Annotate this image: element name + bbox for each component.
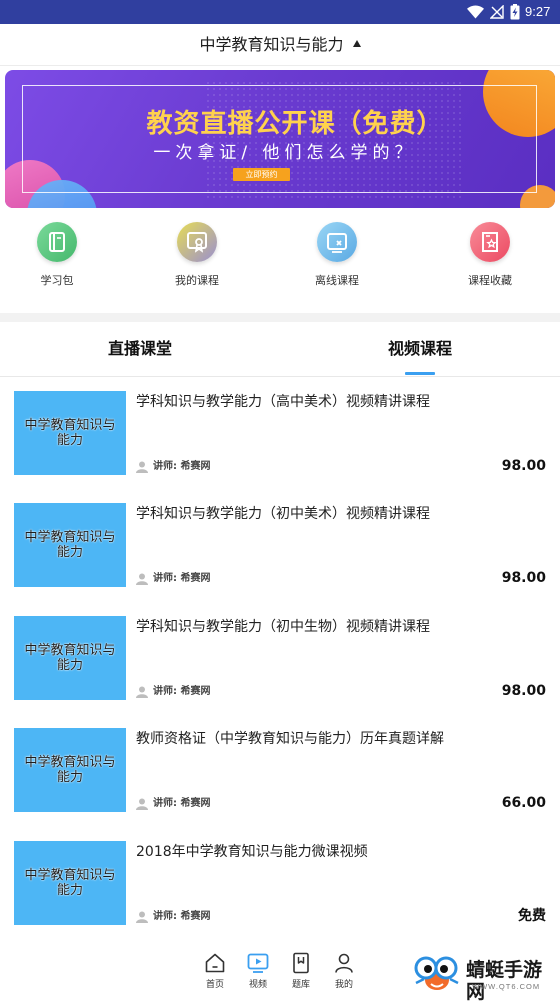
course-thumbnail[interactable]: 中学教育知识与能力 [14,841,126,925]
shortcut-favorites[interactable]: 课程收藏 [450,220,530,290]
shortcut-label: 离线课程 [315,274,359,287]
watermark-dragonfly-logo [414,956,459,990]
course-price: 免费 [518,908,546,924]
active-tab-indicator [405,372,435,375]
nav-label: 首页 [205,980,224,990]
thumbnail-text: 中学教育知识与能力 [24,530,116,560]
course-thumbnail[interactable]: 中学教育知识与能力 [14,503,126,587]
course-title[interactable]: 学科知识与教学能力（初中美术）视频精讲课程 [136,505,546,523]
status-bar: 9:27 [0,0,560,24]
course-price: 98.00 [501,683,546,699]
teacher-avatar-icon [136,573,148,585]
shortcut-offline-courses[interactable]: 离线课程 [297,220,377,290]
shortcut-label: 学习包 [40,274,74,287]
banner-title: 教资直播公开课（免费） [146,109,444,139]
shortcut-label: 课程收藏 [468,274,512,287]
thumbnail-text: 中学教育知识与能力 [24,755,116,785]
section-divider [0,313,560,322]
course-thumbnail[interactable]: 中学教育知识与能力 [14,728,126,812]
thumbnail-text: 中学教育知识与能力 [24,643,116,673]
tab-video-courses[interactable]: 视频课程 [280,322,560,376]
nav-label: 我的 [334,980,353,990]
home-icon[interactable] [204,952,226,974]
study-pack-icon[interactable] [37,222,77,262]
course-teacher: 讲师: 希赛网 [153,911,211,922]
page-title[interactable]: 中学教育知识与能力 [199,35,343,55]
category-selector[interactable]: 中学教育知识与能力 [0,24,560,66]
course-teacher: 讲师: 希赛网 [153,686,211,697]
course-price: 98.00 [501,570,546,586]
banner-reserve-button[interactable]: 立即预约 [233,168,290,181]
teacher-avatar-icon [136,798,148,810]
no-signal-icon [490,5,504,19]
tab-divider [0,376,560,377]
clock: 9:27 [525,4,551,19]
course-list-item[interactable]: 中学教育知识与能力 学科知识与教学能力（初中美术）视频精讲课程 讲师: 希赛网 … [0,503,560,603]
course-thumbnail[interactable]: 中学教育知识与能力 [14,391,126,475]
watermark-name: 蜻蜓手游网 [466,959,543,1003]
course-teacher: 讲师: 希赛网 [153,573,211,584]
thumbnail-text: 中学教育知识与能力 [24,418,116,448]
banner-subtitle: 一次拿证/ 他们怎么学的？ [153,143,417,163]
course-list-item[interactable]: 中学教育知识与能力 教师资格证（中学教育知识与能力）历年真题详解 讲师: 希赛网… [0,728,560,828]
tab-label[interactable]: 视频课程 [280,339,560,359]
nav-label: 视频 [248,980,267,990]
question-bank-icon[interactable] [290,952,312,974]
course-list-item[interactable]: 中学教育知识与能力 2018年中学教育知识与能力微课视频 讲师: 希赛网 免费 [0,841,560,941]
shortcut-study-pack[interactable]: 学习包 [17,220,97,290]
my-courses-icon[interactable] [177,222,217,262]
course-teacher: 讲师: 希赛网 [153,798,211,809]
nav-question-bank[interactable]: 题库 [281,950,321,994]
course-list-item[interactable]: 中学教育知识与能力 学科知识与教学能力（高中美术）视频精讲课程 讲师: 希赛网 … [0,391,560,491]
caret-up-icon[interactable] [352,40,361,47]
course-teacher: 讲师: 希赛网 [153,461,211,472]
course-price: 98.00 [501,458,546,474]
watermark-url: WWW.QT6.COM [472,982,541,991]
offline-courses-icon[interactable] [317,222,357,262]
favorites-icon[interactable] [470,222,510,262]
teacher-avatar-icon [136,911,148,923]
nav-video[interactable]: 视频 [238,950,278,994]
profile-icon[interactable] [333,952,355,974]
tab-label[interactable]: 直播课堂 [0,339,280,359]
course-thumbnail[interactable]: 中学教育知识与能力 [14,616,126,700]
promo-banner[interactable]: 教资直播公开课（免费） 一次拿证/ 他们怎么学的？ 立即预约 [5,70,555,208]
tab-live-class[interactable]: 直播课堂 [0,322,280,376]
course-price: 66.00 [501,795,546,811]
shortcut-my-courses[interactable]: 我的课程 [157,220,237,290]
wifi-icon [467,5,484,19]
course-list-item[interactable]: 中学教育知识与能力 学科知识与教学能力（初中生物）视频精讲课程 讲师: 希赛网 … [0,616,560,716]
shortcut-label: 我的课程 [175,274,219,287]
course-title[interactable]: 学科知识与教学能力（高中美术）视频精讲课程 [136,393,546,411]
video-icon[interactable] [247,952,269,974]
thumbnail-text: 中学教育知识与能力 [24,868,116,898]
teacher-avatar-icon [136,461,148,473]
course-title[interactable]: 学科知识与教学能力（初中生物）视频精讲课程 [136,618,546,636]
course-title[interactable]: 2018年中学教育知识与能力微课视频 [136,843,546,861]
nav-label: 题库 [291,980,310,990]
nav-home[interactable]: 首页 [195,950,235,994]
course-title[interactable]: 教师资格证（中学教育知识与能力）历年真题详解 [136,730,546,748]
battery-charging-icon [510,4,520,20]
nav-profile[interactable]: 我的 [324,950,364,994]
teacher-avatar-icon [136,686,148,698]
